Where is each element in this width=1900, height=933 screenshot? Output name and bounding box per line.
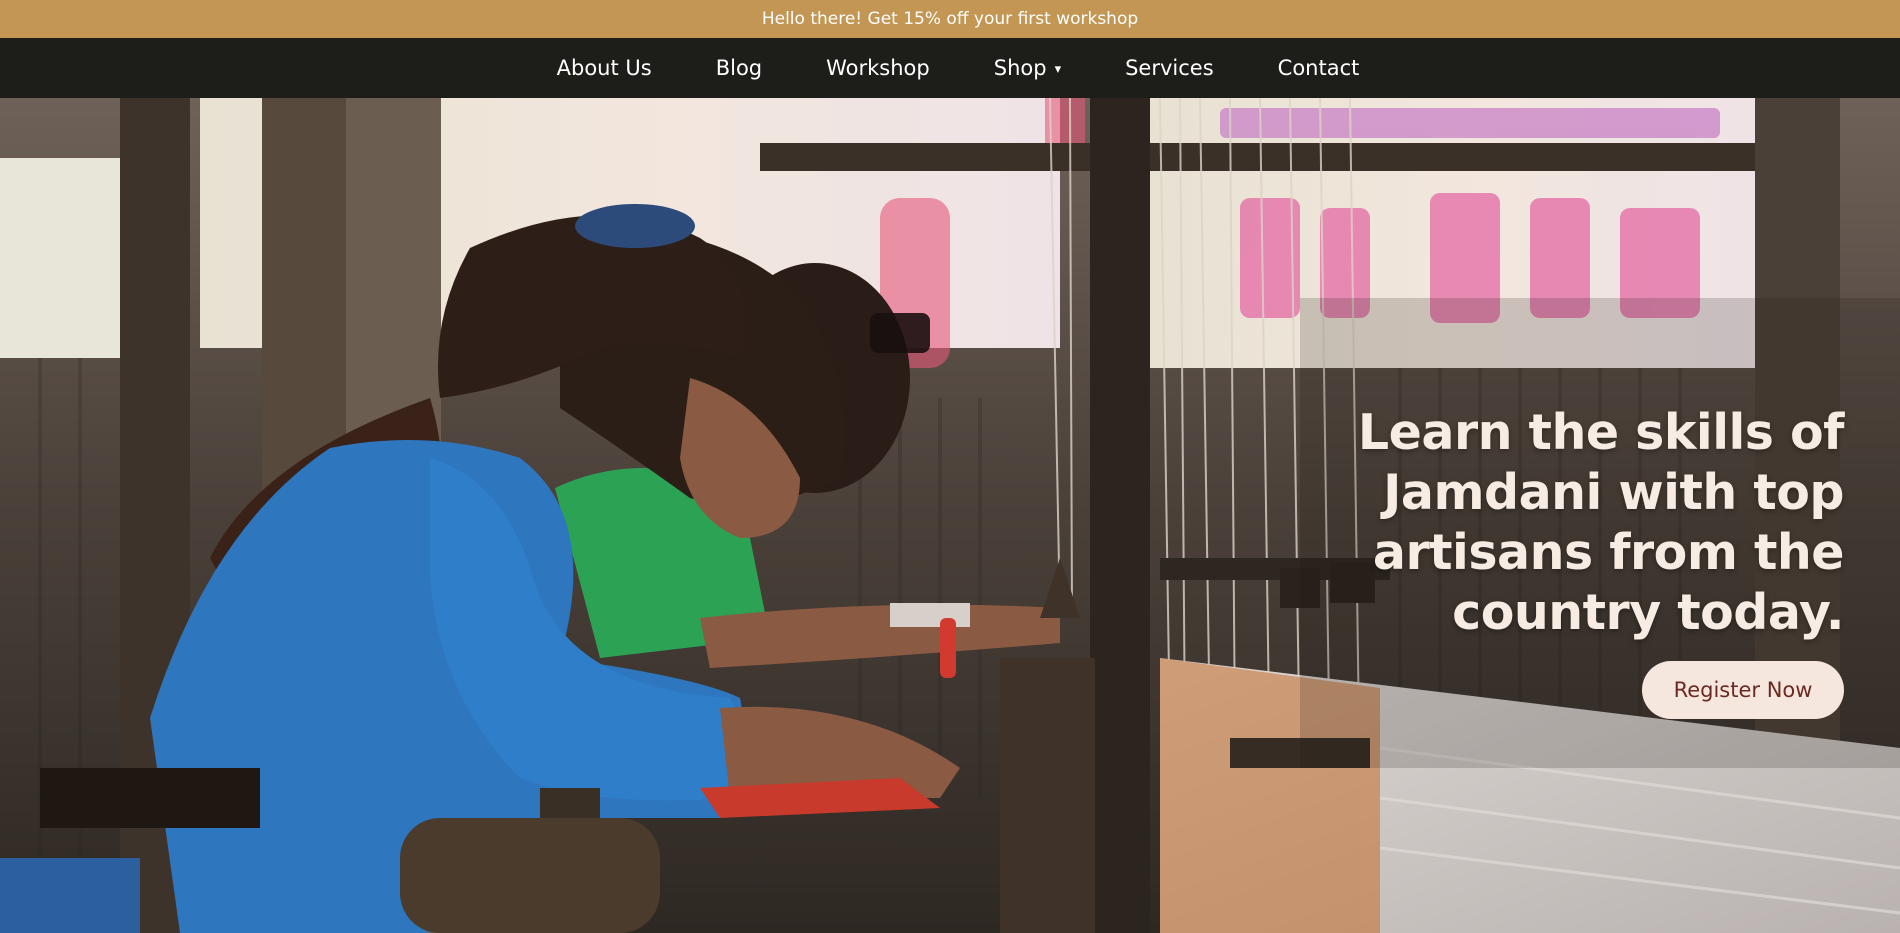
hero-heading-line: Learn the skills of [1357, 404, 1845, 461]
hero-section: Learn the skills of Jamdani with top art… [0, 98, 1900, 933]
hero-heading-line: country today. [1452, 584, 1844, 641]
nav-item-contact[interactable]: Contact [1246, 56, 1392, 80]
nav-item-label: Blog [715, 56, 763, 80]
chevron-down-icon: ▾ [1054, 62, 1062, 77]
nav-item-label: Shop [993, 56, 1047, 80]
nav-item-shop[interactable]: Shop ▾ [962, 56, 1093, 80]
promo-banner: Hello there! Get 15% off your first work… [0, 0, 1900, 38]
register-now-button[interactable]: Register Now [1642, 661, 1844, 719]
nav-item-workshop[interactable]: Workshop [794, 56, 962, 80]
nav-item-blog[interactable]: Blog [684, 56, 794, 80]
hero-heading-line: artisans from the [1372, 524, 1845, 581]
promo-text: Hello there! Get 15% off your first work… [761, 9, 1139, 29]
hero-heading: Learn the skills of Jamdani with top art… [1284, 403, 1845, 643]
nav-item-label: About Us [556, 56, 652, 80]
nav-item-label: Workshop [826, 56, 930, 80]
nav-item-label: Services [1125, 56, 1214, 80]
hero-heading-line: Jamdani with top [1383, 464, 1844, 521]
nav-item-label: Contact [1277, 56, 1360, 80]
nav-item-about-us[interactable]: About Us [525, 56, 684, 80]
main-navigation: About Us Blog Workshop Shop ▾ Services C… [0, 38, 1900, 98]
nav-item-services[interactable]: Services [1093, 56, 1246, 80]
nav-list: About Us Blog Workshop Shop ▾ Services C… [525, 56, 1392, 80]
